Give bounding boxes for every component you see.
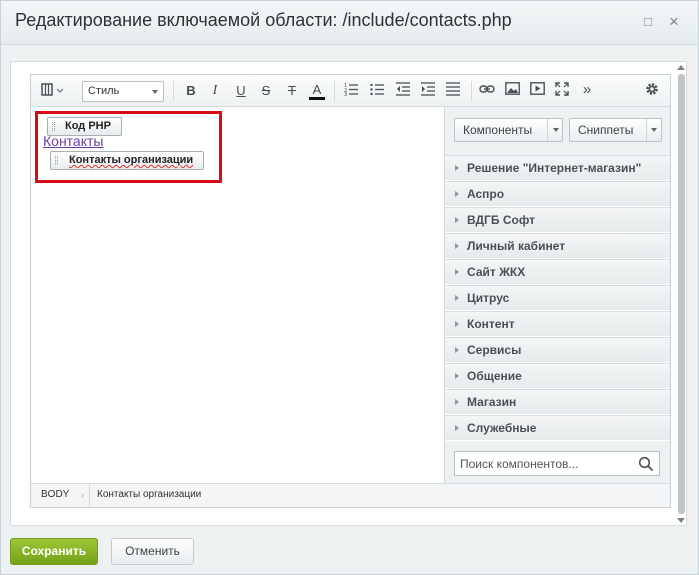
snippets-button[interactable]: Сниппеты (569, 118, 662, 142)
search-icon[interactable] (638, 456, 654, 472)
editor-toolbar: Стиль B I U S T A 123 » (31, 75, 670, 107)
group-item[interactable]: Цитрус (445, 285, 670, 311)
group-label: Магазин (467, 395, 517, 409)
group-item[interactable]: Сайт ЖКХ (445, 259, 670, 285)
group-label: Сайт ЖКХ (467, 265, 526, 279)
close-icon[interactable]: × (667, 13, 681, 30)
font-color-button[interactable]: A (309, 82, 325, 100)
component-block[interactable]: Контакты организации (50, 151, 204, 170)
settings-icon[interactable] (643, 82, 661, 100)
expand-arrow-icon (455, 295, 459, 301)
group-item[interactable]: Общение (445, 363, 670, 389)
group-item[interactable]: Решение "Интернет-магазин" (445, 155, 670, 181)
fullscreen-icon[interactable] (553, 82, 571, 100)
component-search (454, 451, 660, 476)
group-item[interactable]: Служебные (445, 415, 670, 441)
style-select-label: Стиль (88, 85, 120, 97)
component-block-label: Контакты организации (69, 154, 194, 166)
group-label: Решение "Интернет-магазин" (467, 161, 642, 175)
edit-include-dialog: Редактирование включаемой области: /incl… (0, 0, 699, 575)
expand-arrow-icon (455, 217, 459, 223)
strikethrough-button[interactable]: S (258, 82, 274, 100)
link-icon[interactable] (478, 82, 496, 100)
search-input[interactable] (455, 452, 633, 475)
group-item[interactable]: Контент (445, 311, 670, 337)
scroll-up-arrow-icon[interactable] (677, 65, 685, 70)
group-label: Контент (467, 317, 515, 331)
group-label: Общение (467, 369, 522, 383)
expand-arrow-icon (455, 425, 459, 431)
ordered-list-icon[interactable]: 123 (343, 82, 359, 100)
dialog-title: Редактирование включаемой области: /incl… (15, 10, 512, 30)
breadcrumb-component[interactable]: Контакты организации (97, 484, 201, 506)
scroll-down-arrow-icon[interactable] (677, 518, 685, 523)
breadcrumb-divider (89, 484, 90, 507)
group-label: Служебные (467, 421, 537, 435)
components-sidebar: Компоненты Сниппеты Решение "Интернет-ма… (444, 107, 670, 483)
button-divider (646, 119, 647, 141)
expand-arrow-icon (455, 321, 459, 327)
drag-handle-icon[interactable] (55, 156, 58, 165)
expand-arrow-icon (455, 243, 459, 249)
dialog-titlebar[interactable]: Редактирование включаемой области: /incl… (1, 1, 698, 45)
component-groups: Решение "Интернет-магазин" Аспро ВДГБ Со… (445, 155, 670, 441)
video-icon[interactable] (528, 82, 546, 100)
group-item[interactable]: Личный кабинет (445, 233, 670, 259)
indent-icon[interactable] (420, 82, 436, 100)
justify-icon[interactable] (445, 82, 461, 100)
chevron-down-icon (152, 90, 158, 94)
breadcrumb-separator: › (81, 490, 84, 500)
layout-icon[interactable] (39, 82, 67, 100)
underline-button[interactable]: U (233, 82, 249, 100)
dialog-scrollbar[interactable] (677, 63, 687, 525)
drag-handle-icon[interactable] (52, 122, 55, 131)
group-label: Цитрус (467, 291, 510, 305)
breadcrumb-body[interactable]: BODY (41, 484, 69, 506)
php-code-label: Код PHP (65, 120, 111, 132)
group-label: ВДГБ Софт (467, 213, 536, 227)
more-tools-button[interactable]: » (579, 82, 595, 100)
expand-arrow-icon (455, 399, 459, 405)
expand-arrow-icon (455, 191, 459, 197)
components-button-label: Компоненты (463, 123, 533, 137)
image-icon[interactable] (503, 82, 521, 100)
toolbar-divider (173, 81, 174, 101)
outdent-icon[interactable] (395, 82, 411, 100)
unordered-list-icon[interactable] (369, 82, 385, 100)
group-item[interactable]: ВДГБ Софт (445, 207, 670, 233)
toolbar-divider (471, 81, 472, 101)
scrollbar-thumb[interactable] (678, 74, 685, 514)
italic-button[interactable]: I (207, 82, 223, 100)
group-label: Сервисы (467, 343, 522, 357)
save-button[interactable]: Сохранить (10, 538, 98, 565)
contacts-link[interactable]: Контакты (43, 133, 103, 149)
chevron-down-icon[interactable] (553, 128, 559, 132)
group-label: Аспро (467, 187, 505, 201)
group-item[interactable]: Магазин (445, 389, 670, 415)
cancel-button[interactable]: Отменить (111, 538, 194, 565)
expand-arrow-icon (455, 373, 459, 379)
remove-format-button[interactable]: T (283, 82, 301, 100)
html-editor: Стиль B I U S T A 123 » Код PHP Контакты… (30, 74, 671, 508)
maximize-icon[interactable]: □ (641, 15, 655, 29)
button-divider (547, 119, 548, 141)
chevron-down-icon[interactable] (651, 128, 657, 132)
group-label: Личный кабинет (467, 239, 566, 253)
components-button[interactable]: Компоненты (454, 118, 563, 142)
editor-content-area[interactable]: Код PHP Контакты Контакты организации (31, 107, 443, 483)
expand-arrow-icon (455, 269, 459, 275)
group-item[interactable]: Аспро (445, 181, 670, 207)
editor-statusbar: BODY › Контакты организации (31, 483, 670, 507)
svg-text:3: 3 (344, 92, 347, 96)
style-select[interactable]: Стиль (82, 81, 164, 102)
expand-arrow-icon (455, 347, 459, 353)
bold-button[interactable]: B (183, 82, 199, 100)
expand-arrow-icon (455, 165, 459, 171)
group-item[interactable]: Сервисы (445, 337, 670, 363)
snippets-button-label: Сниппеты (578, 123, 634, 137)
toolbar-divider (334, 81, 335, 101)
